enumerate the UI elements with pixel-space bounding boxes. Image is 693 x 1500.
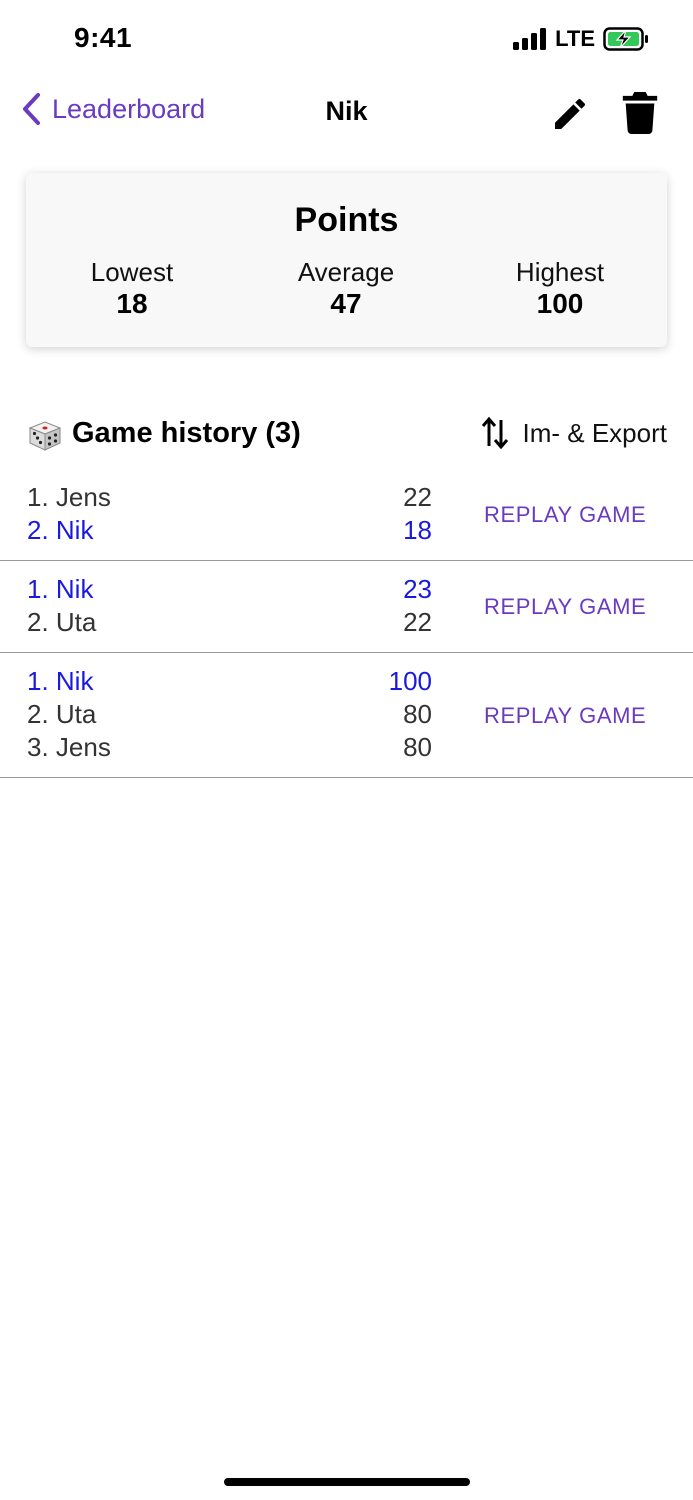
status-time: 9:41 (74, 22, 133, 53)
player-name: 2. Nik (27, 515, 94, 545)
stat-lowest-value: 18 (116, 288, 148, 319)
status-bar: 9:41 LTE (0, 0, 693, 80)
stat-average: Average 47 (246, 257, 446, 321)
replay-game-button[interactable]: REPLAY GAME (484, 594, 646, 620)
stat-lowest: Lowest 18 (32, 257, 232, 321)
player-score: 100 (388, 666, 432, 696)
stat-highest-value: 100 (536, 288, 584, 319)
game-row: 1. Jens 22 2. Nik 18 REPLAY GAME (0, 478, 693, 561)
network-label: LTE (555, 26, 595, 51)
home-indicator[interactable] (224, 1478, 470, 1486)
player-score: 18 (403, 515, 432, 545)
player-name: 1. Nik (27, 574, 94, 604)
player-name: 2. Uta (27, 699, 97, 729)
player-name: 1. Nik (27, 666, 94, 696)
swap-vertical-icon (481, 416, 508, 450)
player-score: 23 (403, 574, 432, 604)
player-line-current: 2. Nik 18 (27, 514, 432, 547)
player-line: 3. Jens 80 (27, 731, 432, 764)
player-name: 2. Uta (27, 607, 97, 637)
points-card: Points Lowest 18 Average 47 Highest 100 (26, 173, 667, 347)
player-line-current: 1. Nik 100 (27, 665, 432, 698)
game-row: 1. Nik 100 2. Uta 80 3. Jens 80 REPLAY G… (0, 653, 693, 778)
stat-highest-label: Highest (515, 257, 605, 287)
import-export-button[interactable]: Im- & Export (481, 416, 667, 450)
points-title: Points (294, 201, 399, 239)
delete-button[interactable] (622, 92, 658, 134)
player-score: 80 (403, 732, 432, 762)
game-row: 1. Nik 23 2. Uta 22 REPLAY GAME (0, 561, 693, 653)
player-line-current: 1. Nik 23 (27, 573, 432, 606)
replay-game-button[interactable]: REPLAY GAME (484, 703, 646, 729)
stat-average-label: Average (297, 257, 395, 287)
stat-highest: Highest 100 (460, 257, 660, 321)
edit-button[interactable] (550, 94, 590, 134)
player-score: 22 (403, 607, 432, 637)
player-score: 80 (403, 699, 432, 729)
player-name: 3. Jens (27, 732, 111, 762)
game-history-header: Game history (3) Im- & Export (26, 412, 667, 458)
trash-icon (622, 92, 658, 134)
game-history-list: 1. Jens 22 2. Nik 18 REPLAY GAME 1. Nik … (0, 478, 693, 778)
player-line: 2. Uta 80 (27, 698, 432, 731)
player-detail-screen: 9:41 LTE Leaderboard Nik Points Lowest 1… (0, 0, 693, 1500)
player-score: 22 (403, 482, 432, 512)
dice-icon (28, 421, 62, 451)
game-history-title: Game history (3) (72, 417, 301, 449)
signal-icon (513, 28, 547, 50)
player-line: 1. Jens 22 (27, 481, 432, 514)
player-name: 1. Jens (27, 482, 111, 512)
import-export-label: Im- & Export (522, 417, 667, 448)
pencil-icon (555, 98, 586, 129)
battery-charging-icon (603, 27, 648, 51)
stat-lowest-label: Lowest (90, 257, 174, 287)
replay-game-button[interactable]: REPLAY GAME (484, 502, 646, 528)
player-line: 2. Uta 22 (27, 606, 432, 639)
navigation-bar: Leaderboard Nik (0, 84, 693, 140)
stat-average-value: 47 (330, 288, 362, 319)
status-indicators: LTE (513, 26, 649, 52)
